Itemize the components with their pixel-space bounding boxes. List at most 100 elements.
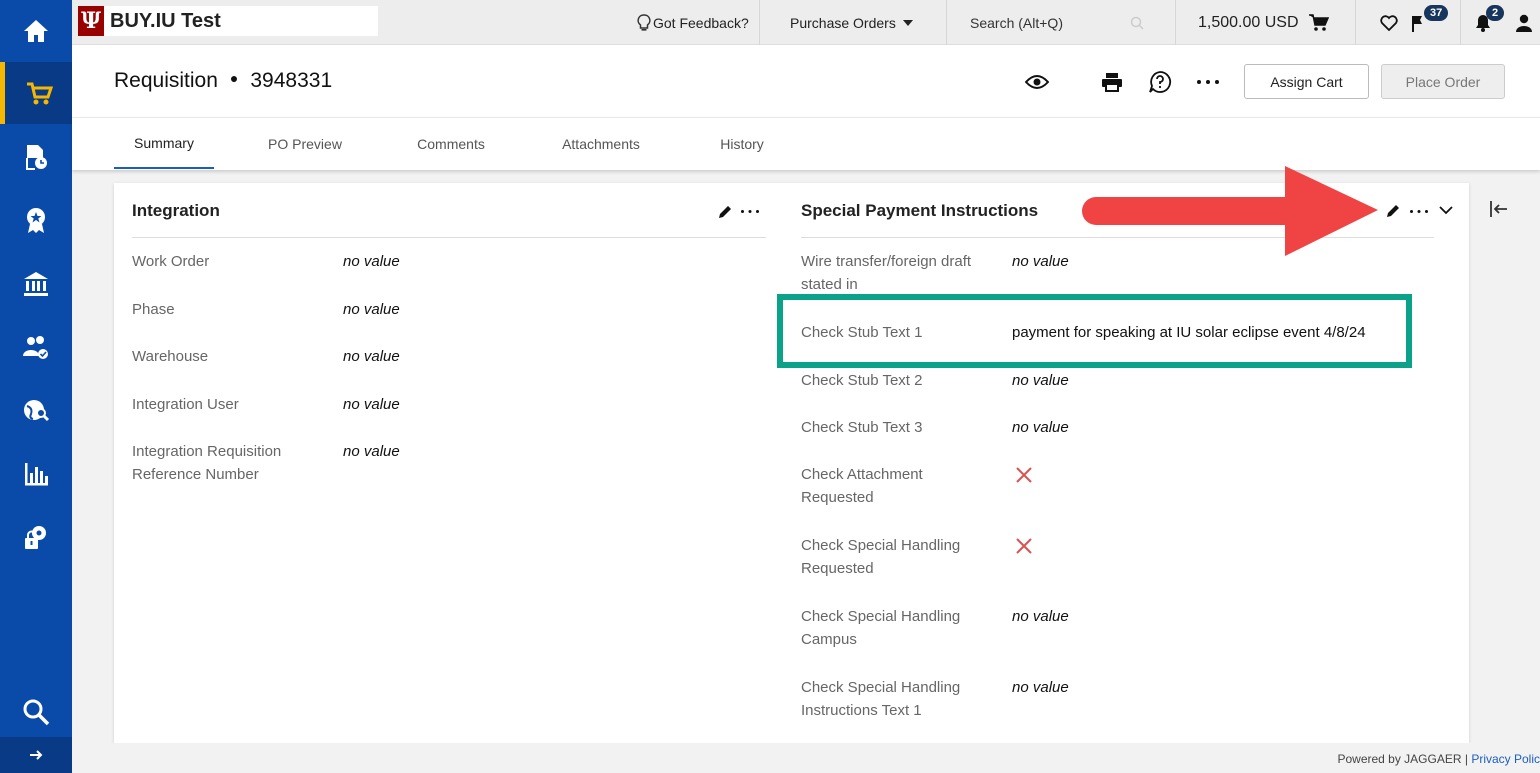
- brand-name: BUY.IU Test: [110, 9, 221, 32]
- highlight-box: [777, 294, 1412, 368]
- home-nav[interactable]: [0, 0, 72, 62]
- page-header: Requisition ● 3948331 Assign Cart Place Or…: [72, 45, 1540, 117]
- flag-icon: [1412, 15, 1422, 32]
- printer-icon: [1102, 73, 1122, 92]
- search-input[interactable]: Search (Alt+Q): [970, 0, 1150, 45]
- more-icon: [1197, 80, 1219, 84]
- help-button[interactable]: [1147, 69, 1173, 95]
- field-label: Work Order: [132, 253, 210, 270]
- search-placeholder: Search (Alt+Q): [970, 14, 1063, 31]
- cart-total-amount: 1,500.00 USD: [1198, 13, 1299, 31]
- special-payment-title: Special Payment Instructions: [801, 201, 1039, 220]
- pencil-icon[interactable]: [717, 204, 733, 220]
- field-label: Check Special Handling Instructions Text…: [801, 676, 960, 722]
- field-label-line: Reference Number: [132, 466, 259, 483]
- field-value: no value: [343, 443, 400, 460]
- contracts-nav[interactable]: [0, 189, 72, 251]
- powered-by: Powered by JAGGAER |: [1337, 752, 1472, 766]
- home-icon: [24, 20, 48, 42]
- field-value: no value: [343, 301, 400, 318]
- purchase-orders-label: Purchase Orders: [790, 14, 896, 31]
- chevron-down-icon[interactable]: [1439, 205, 1453, 215]
- caret-down-icon: [902, 19, 913, 26]
- divider: [1460, 0, 1461, 45]
- more-actions-button[interactable]: [1195, 69, 1221, 95]
- purchase-orders-menu[interactable]: Purchase Orders: [790, 0, 913, 45]
- field-value: no value: [1012, 253, 1069, 270]
- divider: [759, 0, 760, 45]
- field-value: no value: [343, 348, 400, 365]
- field-label-line: Requested: [801, 560, 874, 577]
- heart-icon: [1380, 14, 1398, 31]
- field-value: no value: [343, 396, 400, 413]
- users-check-icon: [23, 336, 48, 359]
- field-label: Integration Requisition Reference Number: [132, 440, 281, 486]
- cart-total[interactable]: 1,500.00 USD: [1198, 0, 1329, 45]
- tab-attachments[interactable]: Attachments: [546, 118, 656, 169]
- accounts-nav[interactable]: [0, 253, 72, 315]
- privacy-policy-link[interactable]: Privacy Polic: [1471, 752, 1540, 766]
- field-label: Wire transfer/foreign draft stated in: [801, 250, 971, 296]
- tab-comments[interactable]: Comments: [401, 118, 501, 169]
- user-menu[interactable]: [1515, 0, 1533, 45]
- field-label: Warehouse: [132, 348, 209, 365]
- field-label-line: Check Special Handling: [801, 537, 961, 554]
- field-label-line: Campus: [801, 631, 857, 648]
- search-icon: [1130, 16, 1144, 30]
- more-icon[interactable]: [740, 209, 760, 214]
- shop-nav[interactable]: [0, 62, 72, 124]
- summary-card: Integration Work Order no value Phase no…: [114, 183, 1469, 743]
- tab-summary[interactable]: Summary: [114, 118, 214, 169]
- global-nav[interactable]: [0, 380, 72, 442]
- collapse-panel-icon[interactable]: [1488, 198, 1510, 220]
- field-value: no value: [343, 253, 400, 270]
- reports-nav[interactable]: [0, 443, 72, 505]
- globe-search-icon: [24, 400, 50, 422]
- award-icon: [27, 208, 45, 233]
- more-icon[interactable]: [1409, 209, 1429, 214]
- divider: [1175, 0, 1176, 45]
- page-title: Requisition ● 3948331: [114, 69, 332, 93]
- search-nav[interactable]: [0, 681, 72, 743]
- place-order-button[interactable]: Place Order: [1381, 64, 1505, 99]
- flags-button[interactable]: [1412, 0, 1424, 45]
- print-button[interactable]: [1099, 69, 1125, 95]
- document-clock-icon: [26, 145, 47, 170]
- field-value: no value: [1012, 419, 1069, 436]
- suppliers-nav[interactable]: [0, 316, 72, 378]
- field-label: Integration User: [132, 396, 239, 413]
- iu-logo: Ψ: [78, 6, 104, 36]
- field-label: Check Special Handling Campus: [801, 605, 960, 651]
- footer-text: Powered by JAGGAER | Privacy Polic: [1337, 752, 1540, 766]
- document-number: 3948331: [250, 69, 333, 92]
- admin-nav[interactable]: [0, 506, 72, 568]
- field-label-line: Wire transfer/foreign draft: [801, 253, 972, 270]
- field-label-line: Instructions Text 1: [801, 702, 922, 719]
- document-type: Requisition: [114, 69, 218, 92]
- assign-cart-button[interactable]: Assign Cart: [1244, 64, 1369, 99]
- favorites-button[interactable]: [1380, 0, 1398, 45]
- field-label-line: stated in: [801, 276, 858, 293]
- expand-sidebar-button[interactable]: [0, 737, 72, 773]
- divider: [132, 237, 766, 238]
- pencil-icon[interactable]: [1385, 203, 1401, 219]
- tab-history[interactable]: History: [702, 118, 782, 169]
- field-value: no value: [1012, 608, 1069, 625]
- divider: [1355, 0, 1356, 45]
- feedback-link[interactable]: Got Feedback?: [637, 0, 749, 45]
- lightbulb-icon: [637, 13, 651, 31]
- notification-count-badge: 2: [1486, 5, 1505, 21]
- field-label-line: Integration Requisition: [132, 443, 282, 460]
- tab-bar: Summary PO Preview Comments Attachments …: [72, 117, 1540, 170]
- field-label: Check Stub Text 2: [801, 372, 923, 389]
- field-label-line: Check Special Handling: [801, 679, 961, 696]
- cart-icon: [1308, 13, 1329, 31]
- sidebar: [0, 0, 72, 773]
- brand[interactable]: Ψ BUY.IU Test: [78, 6, 378, 36]
- tab-po-preview[interactable]: PO Preview: [255, 118, 355, 169]
- watch-button[interactable]: [1024, 69, 1050, 95]
- feedback-label: Got Feedback?: [653, 14, 749, 31]
- orders-nav[interactable]: [0, 126, 72, 188]
- help-icon: [1149, 71, 1172, 93]
- bank-icon: [24, 272, 48, 296]
